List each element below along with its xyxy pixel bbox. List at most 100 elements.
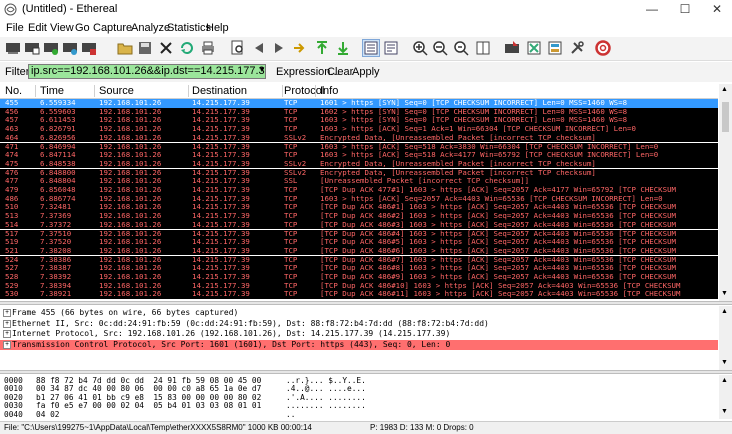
menu-edit[interactable]: Edit bbox=[28, 22, 47, 34]
detail-text: Transmission Control Protocol, Src Port:… bbox=[12, 339, 451, 349]
detail-row[interactable]: + Frame 455 (66 bytes on wire, 66 bytes c… bbox=[0, 308, 718, 318]
col-separator[interactable] bbox=[315, 85, 316, 97]
detail-row[interactable]: + Transmission Control Protocol, Src Port… bbox=[0, 339, 718, 350]
scroll-down-icon[interactable]: ▼ bbox=[721, 359, 728, 366]
save-icon[interactable] bbox=[136, 39, 154, 57]
apply-button[interactable]: Apply bbox=[352, 66, 380, 78]
menu-help[interactable]: Help bbox=[206, 22, 229, 34]
col-info[interactable]: Info bbox=[320, 85, 338, 97]
auto-scroll-icon[interactable] bbox=[382, 39, 400, 57]
packet-info: [TCP Dup ACK 486#11] 1603 > https [ACK] … bbox=[320, 289, 681, 299]
menu-file[interactable]: File bbox=[6, 22, 24, 34]
go-to-packet-icon[interactable] bbox=[291, 39, 309, 57]
display-filters-icon[interactable] bbox=[525, 39, 543, 57]
expand-icon[interactable]: + bbox=[3, 340, 11, 349]
scroll-thumb[interactable] bbox=[722, 102, 729, 132]
title-bar: (Untitled) - Ethereal — ☐ ✕ bbox=[0, 0, 732, 19]
expand-icon[interactable]: + bbox=[3, 330, 11, 338]
reload-icon[interactable] bbox=[178, 39, 196, 57]
packet-src: 192.168.101.26 bbox=[99, 289, 162, 299]
stop-capture-icon[interactable] bbox=[80, 39, 98, 57]
packet-dst: 14.215.177.39 bbox=[192, 289, 250, 299]
col-destination[interactable]: Destination bbox=[192, 85, 247, 97]
resize-columns-icon[interactable] bbox=[474, 39, 492, 57]
packet-row[interactable]: 530 7.38921 192.168.101.26 14.215.177.39 TCP… bbox=[0, 290, 718, 299]
packet-list-vscroll[interactable]: ▲ ▼ bbox=[719, 84, 732, 301]
coloring-rules-icon[interactable] bbox=[546, 39, 564, 57]
expand-icon[interactable]: + bbox=[3, 319, 11, 328]
clear-button[interactable]: Clear bbox=[327, 66, 353, 78]
detail-row[interactable]: + Internet Protocol, Src: 192.168.101.26 … bbox=[0, 329, 718, 339]
close-button[interactable]: ✕ bbox=[702, 0, 732, 19]
start-capture-icon[interactable] bbox=[42, 39, 60, 57]
go-last-icon[interactable] bbox=[334, 39, 352, 57]
col-time[interactable]: Time bbox=[40, 85, 64, 97]
detail-text: Ethernet II, Src: 0c:dd:24:91:fb:59 (0c:… bbox=[12, 318, 489, 328]
hex-bytes: fa f0 e5 e7 00 00 02 04 05 b4 01 03 03 0… bbox=[36, 401, 262, 411]
packet-time: 7.38921 bbox=[40, 289, 72, 299]
packet-list[interactable]: 455 6.559334 192.168.101.26 14.215.177.39 TC… bbox=[0, 99, 718, 301]
open-icon[interactable] bbox=[116, 39, 134, 57]
menu-analyze[interactable]: Analyze bbox=[131, 22, 170, 34]
col-no[interactable]: No. bbox=[5, 85, 22, 97]
menu-view[interactable]: View bbox=[50, 22, 74, 34]
menu-go[interactable]: Go bbox=[75, 22, 90, 34]
status-counts: P: 1983 D: 133 M: 0 Drops: 0 bbox=[370, 423, 474, 432]
go-first-icon[interactable] bbox=[313, 39, 331, 57]
filter-dropdown-icon[interactable]: ▼ bbox=[258, 65, 266, 74]
window-title: (Untitled) - Ethereal bbox=[22, 3, 118, 15]
zoom-out-icon[interactable] bbox=[431, 39, 449, 57]
menu-statistics[interactable]: Statistics bbox=[167, 22, 211, 34]
list-interfaces-icon[interactable] bbox=[4, 39, 22, 57]
minimize-button[interactable]: — bbox=[637, 0, 667, 19]
packet-no: 530 bbox=[5, 289, 19, 299]
scroll-down-icon[interactable]: ▼ bbox=[721, 408, 728, 415]
scroll-up-icon[interactable]: ▲ bbox=[721, 308, 728, 315]
hex-vscroll[interactable]: ▲ ▼ bbox=[719, 375, 732, 419]
menu-bar: File Edit View Go Capture Analyze Statis… bbox=[0, 20, 732, 36]
zoom-normal-icon[interactable] bbox=[452, 39, 470, 57]
scroll-down-icon[interactable]: ▼ bbox=[721, 290, 728, 297]
preferences-icon[interactable] bbox=[568, 39, 586, 57]
zoom-in-icon[interactable] bbox=[411, 39, 429, 57]
go-forward-icon[interactable] bbox=[270, 39, 288, 57]
detail-text: Internet Protocol, Src: 192.168.101.26 (… bbox=[12, 329, 451, 338]
go-back-icon[interactable] bbox=[250, 39, 268, 57]
print-icon[interactable] bbox=[199, 39, 217, 57]
capture-options-icon[interactable] bbox=[23, 39, 41, 57]
col-separator[interactable] bbox=[94, 85, 95, 97]
hex-dump-pane[interactable]: 0000 88 f8 72 b4 7d dd 0c dd 24 91 fb 59 … bbox=[0, 375, 718, 419]
filter-bar: Filter: ip.src==192.168.101.26&&ip.dst==… bbox=[0, 62, 732, 82]
capture-filters-icon[interactable] bbox=[503, 39, 521, 57]
details-vscroll[interactable]: ▲ ▼ bbox=[719, 306, 732, 370]
packet-list-header: No. Time Source Destination Protocol Inf… bbox=[0, 84, 718, 99]
col-separator[interactable] bbox=[282, 85, 283, 97]
restart-capture-icon[interactable] bbox=[61, 39, 79, 57]
detail-row[interactable]: + Ethernet II, Src: 0c:dd:24:91:fb:59 (0c… bbox=[0, 319, 718, 329]
status-bar: File: "C:\Users\199275~1\AppData\Local\T… bbox=[0, 421, 732, 434]
packet-proto: TCP bbox=[284, 289, 298, 299]
ethereal-logo-icon bbox=[4, 3, 17, 16]
colorize-icon[interactable] bbox=[362, 39, 380, 57]
find-packet-icon[interactable] bbox=[229, 39, 247, 57]
pane-splitter[interactable] bbox=[0, 301, 732, 305]
main-toolbar bbox=[0, 37, 732, 61]
detail-text: Frame 455 (66 bytes on wire, 66 bytes ca… bbox=[12, 308, 239, 317]
maximize-button[interactable]: ☐ bbox=[670, 0, 700, 19]
scroll-up-icon[interactable]: ▲ bbox=[721, 377, 728, 384]
hex-off: 0040 bbox=[4, 409, 23, 419]
col-separator[interactable] bbox=[188, 85, 189, 97]
col-separator[interactable] bbox=[35, 85, 36, 97]
expand-icon[interactable]: + bbox=[3, 309, 11, 317]
filter-input[interactable]: ip.src==192.168.101.26&&ip.dst==14.215.1… bbox=[28, 64, 266, 79]
menu-capture[interactable]: Capture bbox=[93, 22, 132, 34]
col-source[interactable]: Source bbox=[99, 85, 134, 97]
hex-ascii: ........ ........ bbox=[286, 401, 366, 411]
col-protocol[interactable]: Protocol bbox=[284, 85, 324, 97]
hex-ascii: .. bbox=[286, 409, 296, 419]
scroll-up-icon[interactable]: ▲ bbox=[721, 86, 728, 93]
packet-details-tree[interactable]: + Frame 455 (66 bytes on wire, 66 bytes c… bbox=[0, 306, 718, 370]
help-icon[interactable] bbox=[594, 39, 612, 57]
pane-splitter[interactable] bbox=[0, 370, 732, 374]
close-file-icon[interactable] bbox=[157, 39, 175, 57]
